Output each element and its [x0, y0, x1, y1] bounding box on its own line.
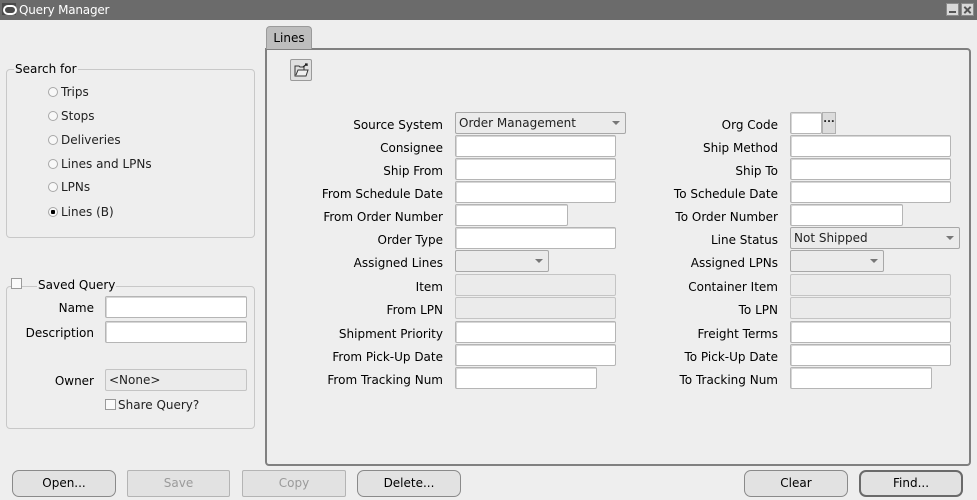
to-tracking-num-label: To Tracking Num [679, 373, 779, 387]
org-code-lov-button[interactable]: ... [822, 112, 836, 134]
saved-query-checkbox[interactable] [11, 278, 22, 289]
ship-from-label: Ship From [383, 164, 443, 178]
container-item-label: Container Item [688, 280, 778, 294]
from-tracking-num-label: From Tracking Num [327, 373, 443, 387]
radio-button[interactable] [48, 87, 58, 97]
radio-label: LPNs [61, 180, 91, 194]
to-order-number-input[interactable] [790, 204, 903, 226]
org-code-input[interactable] [790, 112, 822, 134]
description-label: Description [25, 326, 94, 340]
line-status-select[interactable]: Not Shipped [790, 227, 960, 249]
radio-stops[interactable]: Stops [48, 108, 95, 124]
search-for-group [6, 69, 255, 238]
close-icon[interactable] [961, 3, 974, 16]
line-status-label: Line Status [710, 233, 778, 247]
minimize-icon[interactable] [946, 3, 959, 16]
line-status-value: Not Shipped [794, 231, 868, 245]
dropdown-arrow-icon [946, 236, 954, 240]
clear-button[interactable]: Clear [744, 470, 848, 497]
to-tracking-num-input[interactable] [790, 367, 932, 389]
open-folder-button[interactable] [290, 59, 312, 81]
from-lpn-label: From LPN [386, 303, 443, 317]
to-lpn-label: To LPN [738, 303, 778, 317]
radio-button-selected[interactable] [48, 207, 58, 217]
from-lpn-field [455, 297, 616, 319]
source-system-value: Order Management [459, 116, 576, 130]
to-order-number-label: To Order Number [675, 210, 778, 224]
item-label: Item [415, 280, 443, 294]
order-type-label: Order Type [377, 233, 443, 247]
assigned-lpns-label: Assigned LPNs [690, 256, 778, 270]
consignee-label: Consignee [380, 141, 443, 155]
dropdown-arrow-icon [870, 259, 878, 263]
radio-label: Lines and LPNs [61, 157, 152, 171]
freight-terms-input[interactable] [790, 321, 951, 343]
shipment-priority-input[interactable] [455, 321, 616, 343]
radio-trips[interactable]: Trips [48, 84, 89, 100]
radio-label: Trips [61, 85, 89, 99]
from-order-number-input[interactable] [455, 204, 568, 226]
delete-button[interactable]: Delete... [357, 470, 461, 497]
name-label: Name [58, 301, 94, 315]
radio-label: Lines (B) [61, 205, 114, 219]
open-folder-icon [294, 63, 309, 77]
radio-button[interactable] [48, 182, 58, 192]
share-query-checkbox[interactable] [105, 399, 116, 410]
ship-from-input[interactable] [455, 158, 616, 180]
source-system-select[interactable]: Order Management [455, 112, 626, 134]
radio-lines[interactable]: Lines (B) [48, 204, 114, 220]
ship-to-input[interactable] [790, 158, 951, 180]
source-system-label: Source System [353, 118, 443, 132]
to-schedule-date-input[interactable] [790, 181, 951, 203]
ship-method-label: Ship Method [703, 141, 778, 155]
saved-query-legend: Saved Query [37, 278, 117, 292]
radio-button[interactable] [48, 159, 58, 169]
from-tracking-num-input[interactable] [455, 367, 597, 389]
open-button[interactable]: Open... [12, 470, 116, 497]
order-type-input[interactable] [455, 227, 616, 249]
copy-button[interactable]: Copy [242, 470, 346, 497]
radio-lines-and-lpns[interactable]: Lines and LPNs [48, 156, 152, 172]
assigned-lines-label: Assigned Lines [353, 256, 443, 270]
radio-deliveries[interactable]: Deliveries [48, 132, 121, 148]
window-title: Query Manager [19, 3, 110, 17]
freight-terms-label: Freight Terms [697, 327, 779, 341]
radio-lpns[interactable]: LPNs [48, 179, 90, 195]
owner-label: Owner [54, 374, 94, 388]
share-query-label[interactable]: Share Query? [118, 398, 199, 412]
to-schedule-date-label: To Schedule Date [673, 187, 778, 201]
item-field [455, 274, 616, 296]
find-button[interactable]: Find... [859, 470, 963, 497]
radio-button[interactable] [48, 135, 58, 145]
from-order-number-label: From Order Number [323, 210, 443, 224]
ship-method-input[interactable] [790, 135, 951, 157]
ship-to-label: Ship To [735, 164, 778, 178]
tab-lines[interactable]: Lines [266, 26, 312, 49]
radio-button[interactable] [48, 111, 58, 121]
to-lpn-field [790, 297, 951, 319]
title-bar: Query Manager [0, 0, 977, 20]
shipment-priority-label: Shipment Priority [338, 327, 443, 341]
query-description-input[interactable] [105, 321, 247, 343]
to-pickup-date-label: To Pick-Up Date [684, 350, 778, 364]
search-for-legend: Search for [14, 62, 78, 76]
radio-label: Deliveries [61, 133, 121, 147]
dropdown-arrow-icon [535, 259, 543, 263]
assigned-lines-select[interactable] [455, 250, 549, 272]
container-item-field [790, 274, 951, 296]
assigned-lpns-select[interactable] [790, 250, 884, 272]
query-name-input[interactable] [105, 296, 247, 318]
oracle-app-icon [2, 3, 17, 15]
save-button[interactable]: Save [127, 470, 230, 497]
consignee-input[interactable] [455, 135, 616, 157]
from-pickup-date-label: From Pick-Up Date [332, 350, 443, 364]
from-pickup-date-input[interactable] [455, 344, 616, 366]
from-schedule-date-label: From Schedule Date [321, 187, 443, 201]
radio-label: Stops [61, 109, 95, 123]
dropdown-arrow-icon [612, 121, 620, 125]
from-schedule-date-input[interactable] [455, 181, 616, 203]
to-pickup-date-input[interactable] [790, 344, 951, 366]
owner-field: <None> [105, 369, 247, 391]
org-code-label: Org Code [721, 118, 778, 132]
